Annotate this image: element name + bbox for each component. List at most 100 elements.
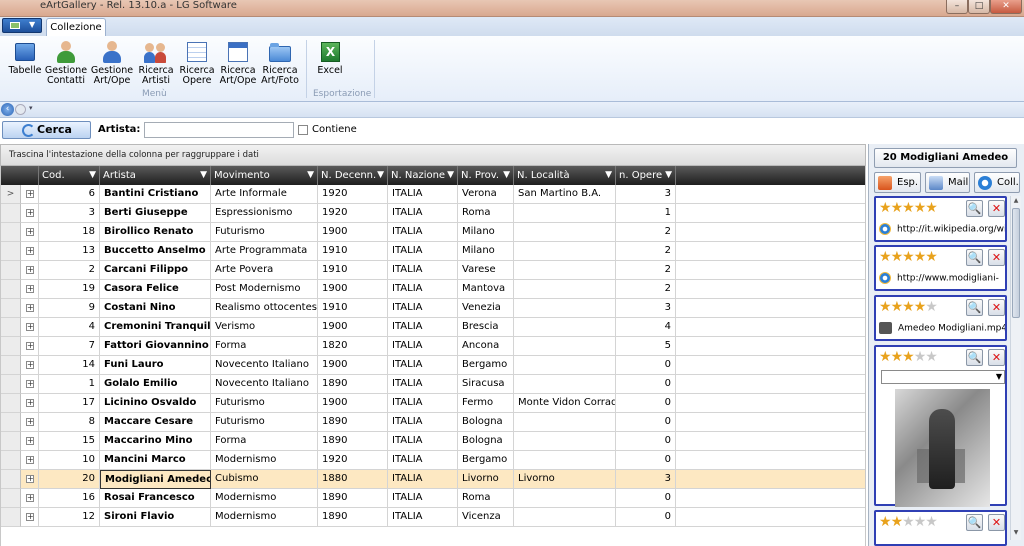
star-icon[interactable]: ★ (925, 514, 938, 530)
cell-cod[interactable]: 1 (39, 375, 100, 394)
cell-opere[interactable]: 0 (616, 489, 676, 508)
star-icon[interactable]: ★ (914, 249, 927, 265)
cell-cod[interactable]: 16 (39, 489, 100, 508)
close-button[interactable]: ✕ (990, 0, 1022, 14)
expand-row-icon[interactable]: + (21, 470, 39, 489)
cell-movimento[interactable]: Futurismo (211, 413, 318, 432)
cell-decennio[interactable]: 1890 (318, 375, 388, 394)
expand-row-icon[interactable]: + (21, 451, 39, 470)
filter-icon[interactable]: ▼ (307, 166, 314, 185)
cell-localita[interactable] (514, 451, 616, 470)
minimize-button[interactable]: – (946, 0, 968, 14)
cell-nazione[interactable]: ITALIA (388, 489, 458, 508)
cell-decennio[interactable]: 1890 (318, 413, 388, 432)
cell-artista[interactable]: Berti Giuseppe (100, 204, 211, 223)
table-row[interactable]: +8 Maccare Cesare Futurismo 1890 ITALIA Bolog… (1, 413, 865, 432)
cell-movimento[interactable]: Modernismo (211, 451, 318, 470)
cell-cod[interactable]: 6 (39, 185, 100, 204)
star-icon[interactable]: ★ (925, 349, 938, 365)
cell-decennio[interactable]: 1900 (318, 394, 388, 413)
table-row[interactable]: +9 Costani Nino Realismo ottocentesco 1910 I… (1, 299, 865, 318)
cell-artista[interactable]: Fattori Giovannino (100, 337, 211, 356)
cell-cod[interactable]: 12 (39, 508, 100, 527)
cell-provincia[interactable]: Verona (458, 185, 514, 204)
star-icon[interactable]: ★ (879, 299, 892, 315)
row-selector[interactable] (1, 318, 21, 337)
cell-provincia[interactable]: Ancona (458, 337, 514, 356)
zoom-icon[interactable]: 🔍 (966, 514, 983, 531)
cell-nazione[interactable]: ITALIA (388, 394, 458, 413)
cell-nazione[interactable]: ITALIA (388, 356, 458, 375)
row-selector[interactable] (1, 413, 21, 432)
cell-opere[interactable]: 3 (616, 185, 676, 204)
cell-provincia[interactable]: Milano (458, 242, 514, 261)
expand-row-icon[interactable]: + (21, 356, 39, 375)
row-selector[interactable] (1, 280, 21, 299)
cell-movimento[interactable]: Arte Povera (211, 261, 318, 280)
cell-movimento[interactable]: Forma (211, 337, 318, 356)
star-icon[interactable]: ★ (914, 299, 927, 315)
cell-movimento[interactable]: Modernismo (211, 489, 318, 508)
cell-localita[interactable] (514, 337, 616, 356)
cell-artista[interactable]: Mancini Marco (100, 451, 211, 470)
row-selector[interactable] (1, 223, 21, 242)
cell-nazione[interactable]: ITALIA (388, 508, 458, 527)
table-row[interactable]: +19 Casora Felice Post Modernismo 1900 ITALI… (1, 280, 865, 299)
scroll-thumb[interactable] (1012, 208, 1020, 318)
cell-provincia[interactable]: Bergamo (458, 356, 514, 375)
cell-nazione[interactable]: ITALIA (388, 413, 458, 432)
cell-movimento[interactable]: Futurismo (211, 394, 318, 413)
cell-decennio[interactable]: 1890 (318, 508, 388, 527)
cell-artista[interactable]: Birollico Renato (100, 223, 211, 242)
cell-provincia[interactable]: Livorno (458, 470, 514, 489)
cell-movimento[interactable]: Modernismo (211, 508, 318, 527)
cell-opere[interactable]: 5 (616, 337, 676, 356)
cell-decennio[interactable]: 1890 (318, 432, 388, 451)
scroll-up-icon[interactable]: ▲ (1012, 197, 1020, 206)
group-by-bar[interactable]: Trascina l'intestazione della colonna pe… (0, 144, 866, 166)
table-row[interactable]: +17 Licinino Osvaldo Futurismo 1900 ITALIA Fe… (1, 394, 865, 413)
cell-nazione[interactable]: ITALIA (388, 451, 458, 470)
table-row[interactable]: > +6 Bantini Cristiano Arte Informale 1920 IT… (1, 185, 865, 204)
contiene-checkbox[interactable] (298, 125, 308, 135)
cell-localita[interactable] (514, 375, 616, 394)
filter-icon[interactable]: ▼ (665, 166, 672, 185)
cell-artista[interactable]: Sironi Flavio (100, 508, 211, 527)
cell-localita[interactable] (514, 204, 616, 223)
column-header-nazione[interactable]: N. Nazione ▼ (388, 166, 458, 185)
table-row[interactable]: +3 Berti Giuseppe Espressionismo 1920 ITALIA… (1, 204, 865, 223)
cell-opere[interactable]: 0 (616, 375, 676, 394)
expand-row-icon[interactable]: + (21, 394, 39, 413)
ricerca-artfoto-button[interactable]: Ricerca Art/Foto (260, 36, 300, 88)
filter-icon[interactable]: ▼ (503, 166, 510, 185)
cell-nazione[interactable]: ITALIA (388, 470, 458, 489)
ricerca-opere-button[interactable]: Ricerca Opere (178, 36, 216, 88)
cell-localita[interactable] (514, 356, 616, 375)
star-icon[interactable]: ★ (879, 349, 892, 365)
cell-opere[interactable]: 1 (616, 204, 676, 223)
table-row[interactable]: +16 Rosai Francesco Modernismo 1890 ITALIA Ro… (1, 489, 865, 508)
cell-artista[interactable]: Bantini Cristiano (100, 185, 211, 204)
cell-localita[interactable] (514, 432, 616, 451)
cell-cod[interactable]: 14 (39, 356, 100, 375)
scroll-down-icon[interactable]: ▼ (1012, 529, 1020, 538)
cell-decennio[interactable]: 1910 (318, 242, 388, 261)
cell-opere[interactable]: 4 (616, 318, 676, 337)
cell-artista[interactable]: Buccetto Anselmo (100, 242, 211, 261)
star-icon[interactable]: ★ (902, 514, 915, 530)
cell-nazione[interactable]: ITALIA (388, 375, 458, 394)
cell-opere[interactable]: 0 (616, 356, 676, 375)
cell-opere[interactable]: 0 (616, 432, 676, 451)
star-icon[interactable]: ★ (879, 200, 892, 216)
cell-decennio[interactable]: 1900 (318, 280, 388, 299)
cell-artista[interactable]: Casora Felice (100, 280, 211, 299)
star-icon[interactable]: ★ (879, 514, 892, 530)
cell-artista[interactable]: Golalo Emilio (100, 375, 211, 394)
cell-localita[interactable]: San Martino B.A. (514, 185, 616, 204)
cell-artista[interactable]: Rosai Francesco (100, 489, 211, 508)
cell-opere[interactable]: 2 (616, 223, 676, 242)
cell-artista[interactable]: Maccarino Mino (100, 432, 211, 451)
cell-opere[interactable]: 3 (616, 299, 676, 318)
table-row[interactable]: +10 Mancini Marco Modernismo 1920 ITALIA Berg… (1, 451, 865, 470)
attachment-card[interactable]: ★★★★★🔍✕http://it.wikipedia.org/wiki/ (874, 196, 1007, 242)
